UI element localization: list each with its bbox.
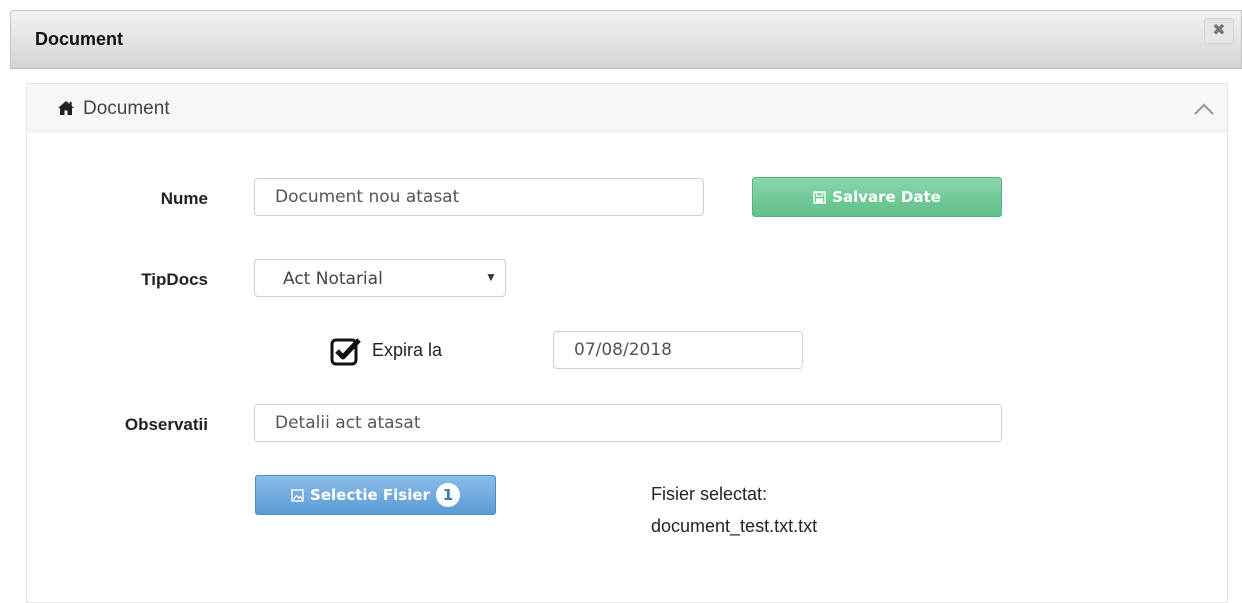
close-icon: ✖ (1212, 22, 1226, 39)
expira-checkbox[interactable] (330, 334, 362, 366)
save-button[interactable]: Salvare Date (752, 177, 1002, 217)
file-count-badge: 1 (435, 483, 460, 507)
selected-file-label: Fisier selectat: (651, 484, 768, 504)
tipdocs-label: TipDocs (141, 270, 208, 289)
expira-label: Expira la (372, 340, 443, 360)
save-button-label: Salvare Date (832, 188, 941, 206)
observatii-label: Observatii (124, 415, 208, 434)
nume-input[interactable] (254, 178, 704, 216)
selected-file-name: document_test.txt.txt (651, 516, 818, 536)
observatii-input[interactable] (254, 404, 1002, 442)
panel-header: Document (27, 84, 1227, 132)
tipdocs-select[interactable]: Act Notarial ▼ (254, 259, 506, 297)
window-titlebar: Document (10, 10, 1242, 69)
close-button[interactable]: ✖ (1204, 18, 1234, 44)
tipdocs-selected-value: Act Notarial (283, 269, 383, 289)
expira-date-input[interactable] (553, 331, 803, 369)
chevron-up-icon[interactable] (1193, 102, 1215, 116)
select-file-button-label: Selectie Fisier (310, 486, 430, 504)
image-file-icon (291, 488, 304, 502)
floppy-disk-icon (813, 190, 826, 204)
select-file-button[interactable]: Selectie Fisier 1 (255, 475, 496, 515)
nume-label: Nume (160, 189, 208, 208)
window-title: Document (35, 29, 124, 49)
home-icon (58, 101, 74, 115)
panel-title: Document (83, 98, 170, 119)
caret-down-icon: ▼ (485, 270, 497, 284)
